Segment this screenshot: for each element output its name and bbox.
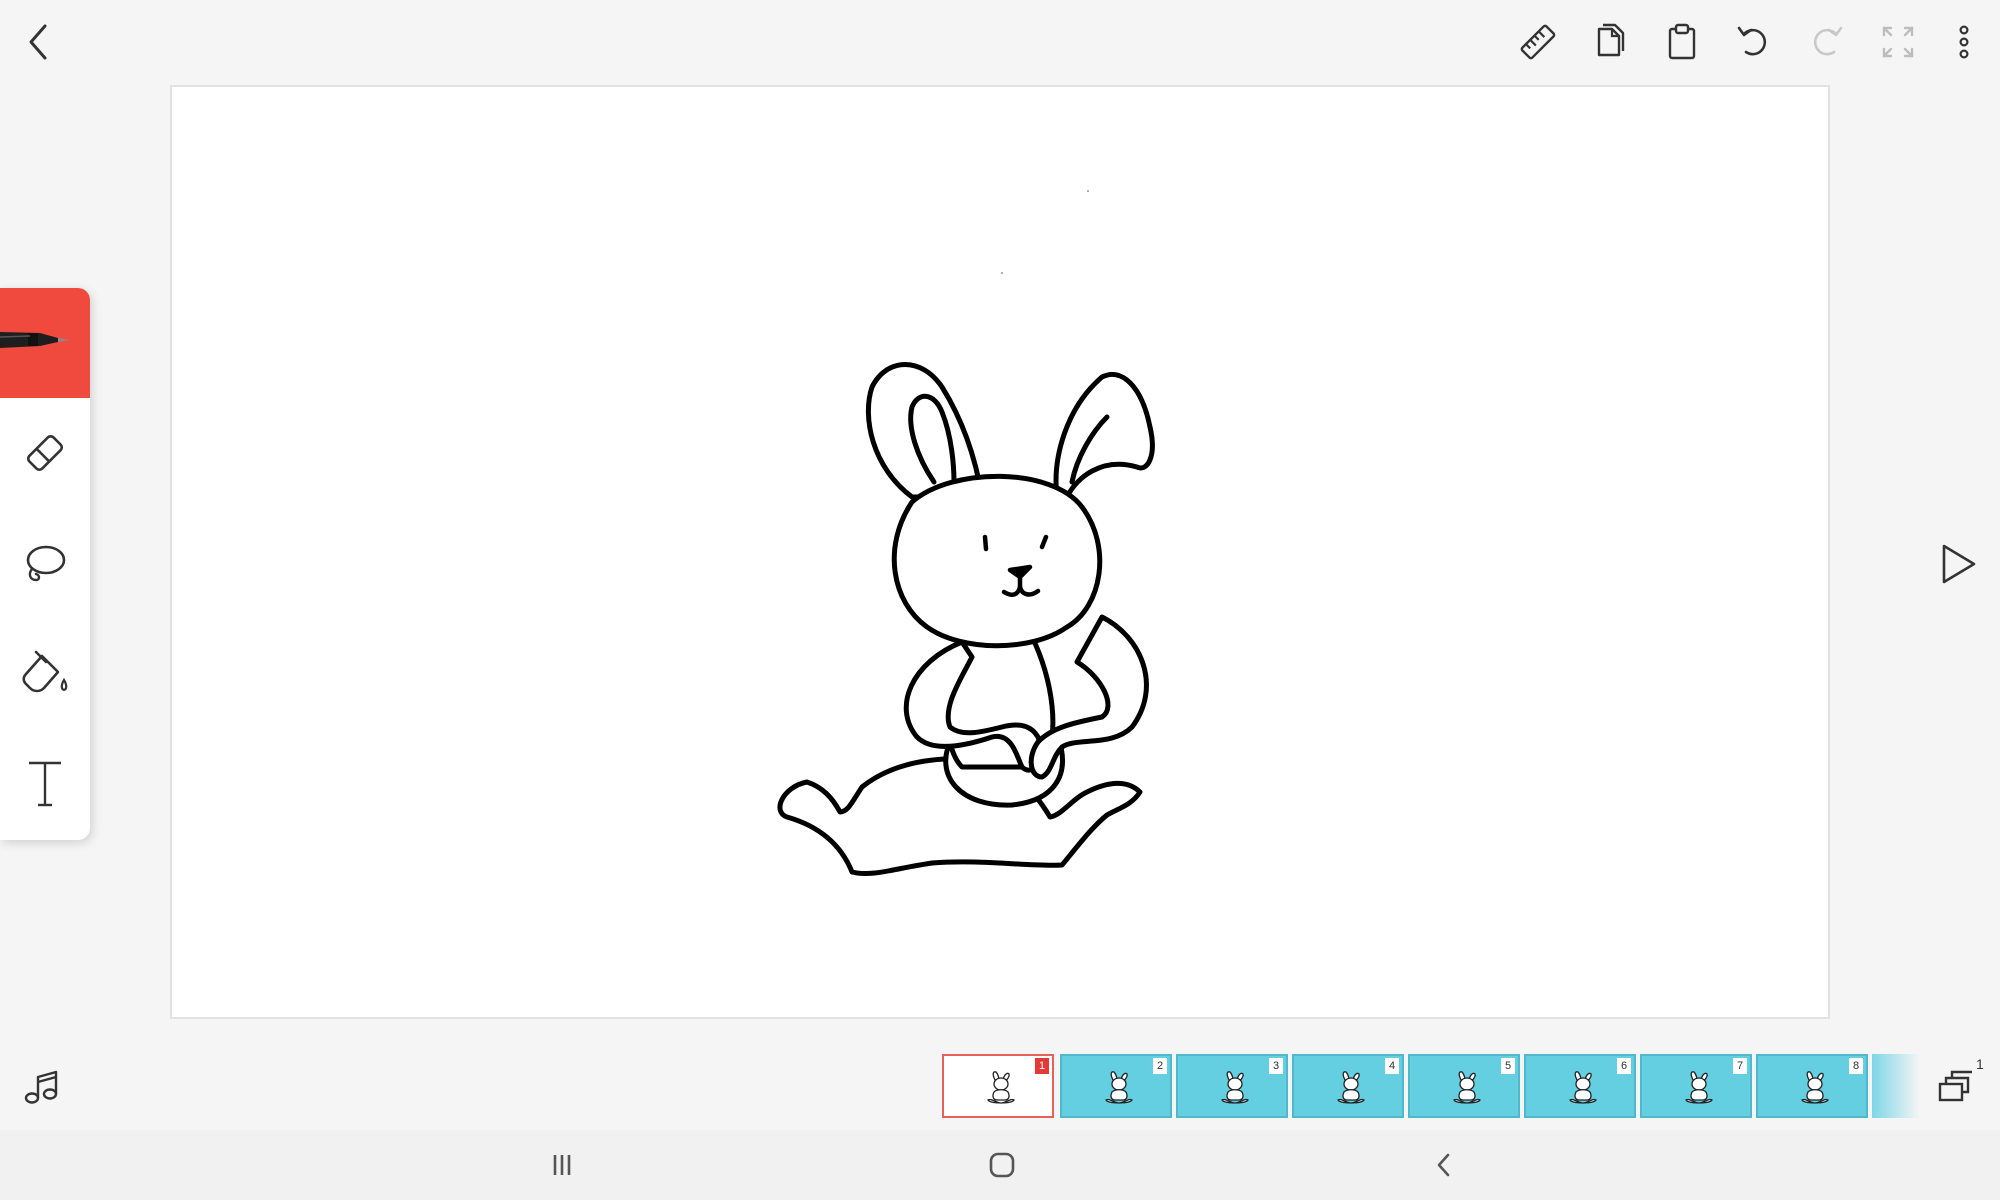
fill-tool[interactable] bbox=[0, 618, 90, 728]
frame-2[interactable]: 2 bbox=[1060, 1054, 1172, 1118]
drawing-canvas[interactable] bbox=[170, 85, 1830, 1019]
layers-count: 1 bbox=[1976, 1056, 1984, 1072]
pen-tool[interactable] bbox=[0, 288, 90, 398]
frame-number: 4 bbox=[1385, 1058, 1399, 1074]
redo-icon bbox=[1813, 26, 1843, 56]
ruler-button[interactable] bbox=[1506, 10, 1570, 74]
fullscreen-icon bbox=[1882, 26, 1914, 58]
frame-1[interactable]: 1 bbox=[942, 1054, 1054, 1118]
copy-frame-button[interactable] bbox=[1578, 10, 1642, 74]
frame-number: 7 bbox=[1733, 1058, 1747, 1074]
undo-button[interactable] bbox=[1722, 10, 1786, 74]
frame-thumbnail bbox=[1566, 1070, 1600, 1106]
text-tool[interactable] bbox=[0, 728, 90, 838]
frame-thumbnail bbox=[1334, 1070, 1368, 1106]
back-button[interactable] bbox=[6, 10, 70, 74]
frame-number: 5 bbox=[1501, 1058, 1515, 1074]
fullscreen-button[interactable] bbox=[1866, 10, 1930, 74]
frame-7[interactable]: 7 bbox=[1640, 1054, 1752, 1118]
recents-button[interactable] bbox=[532, 1138, 592, 1192]
paint-bucket-icon bbox=[22, 650, 68, 693]
more-options-button[interactable] bbox=[1932, 10, 1996, 74]
play-icon bbox=[1942, 544, 1976, 584]
recents-icon bbox=[553, 1155, 571, 1175]
frame-3[interactable]: 3 bbox=[1176, 1054, 1288, 1118]
music-note-icon bbox=[24, 1070, 58, 1104]
paste-frame-button[interactable] bbox=[1650, 10, 1714, 74]
ruler-icon bbox=[1520, 24, 1556, 60]
frame-thumbnail bbox=[984, 1070, 1018, 1106]
frame-number: 8 bbox=[1849, 1058, 1863, 1074]
layers-button[interactable]: 1 bbox=[1926, 1054, 1990, 1118]
nav-back-button[interactable] bbox=[1414, 1138, 1474, 1192]
frame-thumbnail bbox=[1450, 1070, 1484, 1106]
eraser-tool[interactable] bbox=[0, 398, 90, 508]
play-button[interactable] bbox=[1926, 532, 1990, 596]
back-icon bbox=[29, 24, 47, 60]
frame-6[interactable]: 6 bbox=[1524, 1054, 1636, 1118]
lasso-icon bbox=[26, 545, 66, 582]
frame-strip-fade bbox=[1872, 1054, 1920, 1118]
nav-back-icon bbox=[1437, 1153, 1450, 1177]
home-icon bbox=[989, 1152, 1015, 1178]
frame-thumbnail bbox=[1682, 1070, 1716, 1106]
frame-thumbnail bbox=[1798, 1070, 1832, 1106]
pen-icon bbox=[0, 332, 70, 348]
frame-8[interactable]: 8 bbox=[1756, 1054, 1868, 1118]
redo-button[interactable] bbox=[1794, 10, 1858, 74]
tool-panel bbox=[0, 288, 90, 840]
frame-number: 3 bbox=[1269, 1058, 1283, 1074]
lasso-tool[interactable] bbox=[0, 508, 90, 618]
frame-number: 6 bbox=[1617, 1058, 1631, 1074]
frame-5[interactable]: 5 bbox=[1408, 1054, 1520, 1118]
frame-thumbnail bbox=[1218, 1070, 1252, 1106]
bunny-drawing bbox=[777, 190, 1155, 877]
system-navigation-bar bbox=[0, 1130, 2000, 1200]
more-vertical-icon bbox=[1959, 25, 1969, 59]
undo-icon bbox=[1737, 26, 1767, 56]
copy-icon bbox=[1597, 23, 1625, 57]
frame-number: 2 bbox=[1153, 1058, 1167, 1074]
eraser-icon bbox=[26, 434, 64, 472]
paste-icon bbox=[1668, 23, 1696, 60]
frame-4[interactable]: 4 bbox=[1292, 1054, 1404, 1118]
frame-thumbnail bbox=[1102, 1070, 1136, 1106]
frame-number: 1 bbox=[1035, 1058, 1049, 1074]
text-icon bbox=[29, 761, 61, 807]
home-button[interactable] bbox=[972, 1138, 1032, 1192]
layers-icon bbox=[1938, 1070, 1972, 1102]
audio-button[interactable] bbox=[10, 1055, 74, 1119]
